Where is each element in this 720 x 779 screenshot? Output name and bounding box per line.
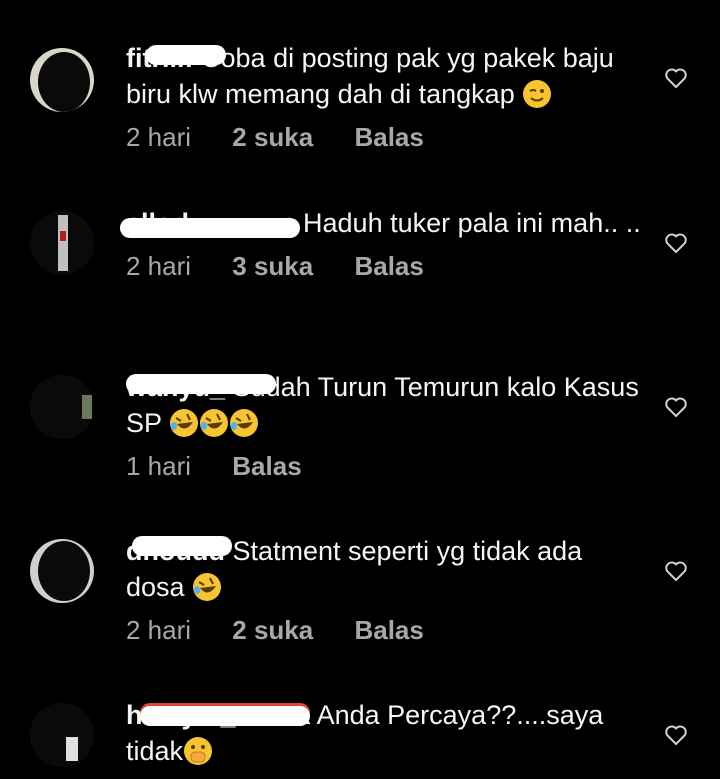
comment-meta: 2 hari 2 suka Balas <box>126 615 646 646</box>
comment-meta: 2 hari 3 suka Balas <box>126 251 646 282</box>
comment-text: fitrilif Coba di posting pak yg pakek ba… <box>126 40 646 112</box>
reply-button[interactable]: Balas <box>354 251 423 282</box>
heart-icon[interactable] <box>664 395 688 419</box>
comment-time: 2 hari <box>126 122 192 152</box>
comment-username[interactable]: ellodn <box>120 208 300 238</box>
avatar[interactable] <box>30 375 94 439</box>
rolling-laughing-emoji <box>193 573 222 601</box>
comment-text: dhoudd Statment seperti yg tidak ada dos… <box>126 533 646 605</box>
heart-icon[interactable] <box>664 559 688 583</box>
redaction-mark <box>126 374 276 394</box>
comment-username[interactable]: fitrilif <box>126 43 226 73</box>
comment-time: 2 hari <box>126 615 192 645</box>
heart-icon[interactable] <box>664 66 688 90</box>
comment-body: Haduh tuker pala ini mah.. .. <box>303 208 641 238</box>
comment-meta: 2 hari 2 suka Balas <box>126 122 646 153</box>
comment-likes[interactable]: 2 suka <box>232 615 313 646</box>
comment-meta: 1 hari Balas <box>126 451 646 482</box>
comment-likes[interactable]: 2 suka <box>232 122 313 153</box>
rolling-laughing-emoji <box>200 409 229 437</box>
comment-time: 1 hari <box>126 451 192 481</box>
comment-text: hidayat_k Anda Percaya??....saya tidak <box>126 697 646 769</box>
redaction-mark <box>132 536 232 556</box>
redaction-mark <box>120 218 300 238</box>
comment-username[interactable]: hidayat_k <box>126 700 311 730</box>
reply-button[interactable]: Balas <box>354 122 423 153</box>
heart-icon[interactable] <box>664 231 688 255</box>
comment-text: wahyu_ Sudah Turun Temurun kalo Kasus SP <box>126 369 646 441</box>
avatar[interactable] <box>30 539 94 603</box>
winking-face-emoji <box>523 80 552 108</box>
comment-text: ellodn Haduh tuker pala ini mah.. .. <box>120 205 646 241</box>
redaction-mark <box>146 45 226 65</box>
reply-button[interactable]: Balas <box>232 451 301 482</box>
comment-likes[interactable]: 3 suka <box>232 251 313 282</box>
avatar[interactable] <box>30 703 94 767</box>
rolling-laughing-emoji <box>170 409 199 437</box>
comment-username[interactable]: dhoudd <box>126 536 232 566</box>
comment-username[interactable]: wahyu_ <box>126 372 276 402</box>
comment-time: 2 hari <box>126 251 192 281</box>
heart-icon[interactable] <box>664 723 688 747</box>
hand-over-mouth-emoji <box>184 737 213 765</box>
avatar[interactable] <box>30 48 94 112</box>
rolling-laughing-emoji <box>230 409 259 437</box>
redaction-mark <box>140 706 310 726</box>
reply-button[interactable]: Balas <box>354 615 423 646</box>
avatar[interactable] <box>30 211 94 275</box>
